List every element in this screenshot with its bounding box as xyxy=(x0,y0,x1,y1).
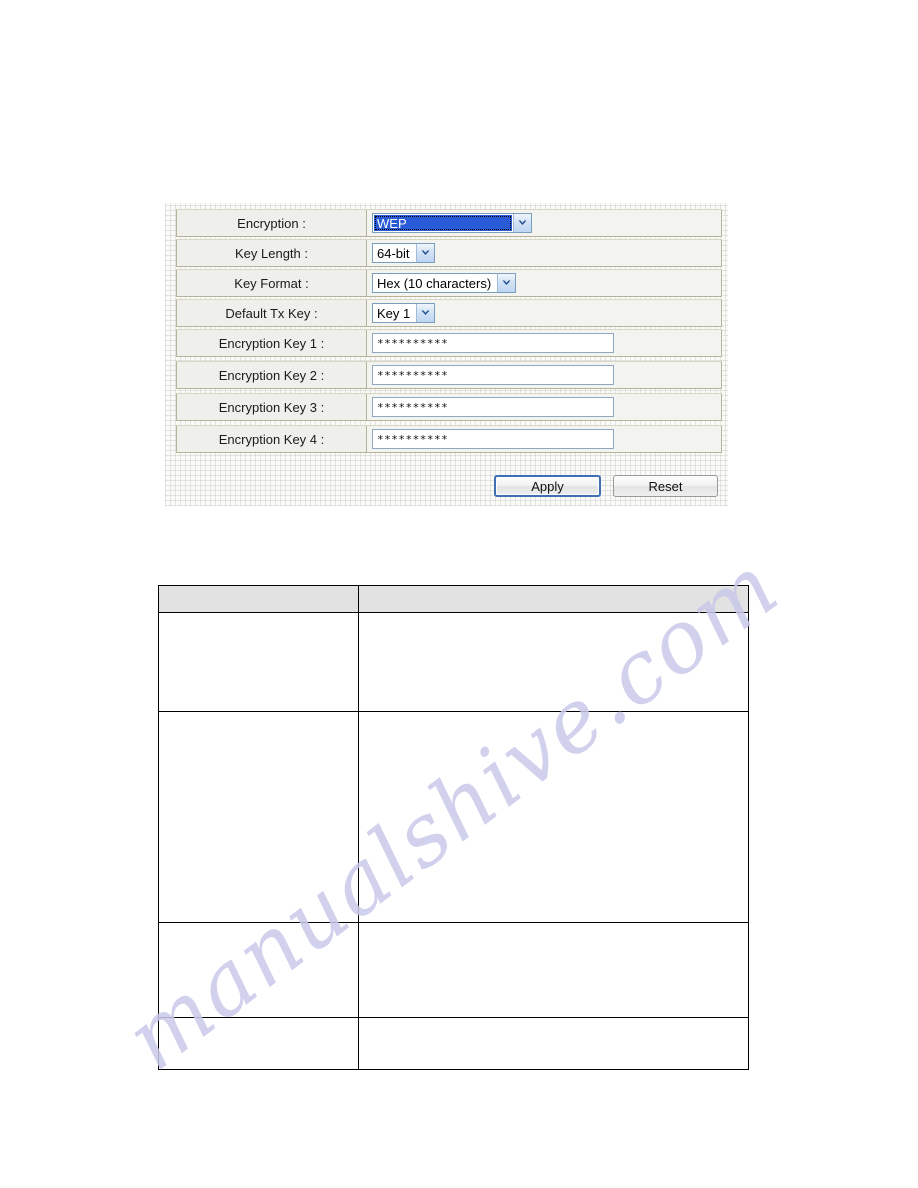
label-encryption-key-3: Encryption Key 3 : xyxy=(177,394,367,420)
label-key-length: Key Length : xyxy=(177,240,367,266)
chevron-down-icon xyxy=(416,304,435,322)
label-encryption-key-1: Encryption Key 1 : xyxy=(177,330,367,356)
field-default-tx-key: Key 1 xyxy=(367,300,721,326)
table-cell-parameter xyxy=(158,711,359,923)
key-format-select[interactable]: Hex (10 characters) xyxy=(372,273,517,293)
table-row xyxy=(158,612,749,712)
wep-encryption-settings-panel: Encryption : WEP Key Length : 64-bit Key… xyxy=(165,203,728,506)
form-row-encryption: Encryption : WEP xyxy=(176,209,722,237)
encryption-key-4-input[interactable]: ********** xyxy=(372,429,614,449)
label-encryption: Encryption : xyxy=(177,210,367,236)
field-encryption-key-4: ********** xyxy=(367,426,721,452)
form-button-bar: Apply Reset xyxy=(176,473,722,499)
field-key-length: 64-bit xyxy=(367,240,721,266)
encryption-select[interactable]: WEP xyxy=(372,213,532,233)
field-encryption-key-2: ********** xyxy=(367,362,721,388)
form-row-key-length: Key Length : 64-bit xyxy=(176,239,722,267)
table-cell-description xyxy=(358,612,749,712)
table-row xyxy=(158,1017,749,1070)
table-cell-parameter xyxy=(158,612,359,712)
table-header-cell-description xyxy=(358,585,749,613)
label-encryption-key-4: Encryption Key 4 : xyxy=(177,426,367,452)
field-encryption-key-1: ********** xyxy=(367,330,721,356)
encryption-key-2-input[interactable]: ********** xyxy=(372,365,614,385)
table-row xyxy=(158,922,749,1018)
table-cell-parameter xyxy=(158,922,359,1018)
form-row-encryption-key-2: Encryption Key 2 : ********** xyxy=(176,361,722,389)
table-cell-parameter xyxy=(158,1017,359,1070)
key-format-select-value: Hex (10 characters) xyxy=(377,275,492,291)
field-key-format: Hex (10 characters) xyxy=(367,270,721,296)
encryption-key-3-input[interactable]: ********** xyxy=(372,397,614,417)
table-row xyxy=(158,711,749,923)
table-header-row xyxy=(158,585,749,613)
form-row-default-tx-key: Default Tx Key : Key 1 xyxy=(176,299,722,327)
table-cell-description xyxy=(358,922,749,1018)
form-row-encryption-key-1: Encryption Key 1 : ********** xyxy=(176,329,722,357)
table-cell-description xyxy=(358,1017,749,1070)
encryption-select-value: WEP xyxy=(374,215,512,231)
form-row-encryption-key-3: Encryption Key 3 : ********** xyxy=(176,393,722,421)
parameter-description-table xyxy=(158,585,749,1070)
apply-button[interactable]: Apply xyxy=(494,475,601,497)
key-length-select-value: 64-bit xyxy=(377,245,410,261)
label-default-tx-key: Default Tx Key : xyxy=(177,300,367,326)
reset-button[interactable]: Reset xyxy=(613,475,718,497)
label-key-format: Key Format : xyxy=(177,270,367,296)
table-header-cell-parameter xyxy=(158,585,359,613)
form-row-key-format: Key Format : Hex (10 characters) xyxy=(176,269,722,297)
chevron-down-icon xyxy=(415,244,434,262)
chevron-down-icon xyxy=(497,274,516,292)
encryption-key-1-input[interactable]: ********** xyxy=(372,333,614,353)
chevron-down-icon xyxy=(513,214,531,232)
default-tx-key-select-value: Key 1 xyxy=(377,305,411,321)
form-row-encryption-key-4: Encryption Key 4 : ********** xyxy=(176,425,722,453)
default-tx-key-select[interactable]: Key 1 xyxy=(372,303,436,323)
key-length-select[interactable]: 64-bit xyxy=(372,243,435,263)
table-cell-description xyxy=(358,711,749,923)
field-encryption: WEP xyxy=(367,210,721,236)
field-encryption-key-3: ********** xyxy=(367,394,721,420)
label-encryption-key-2: Encryption Key 2 : xyxy=(177,362,367,388)
